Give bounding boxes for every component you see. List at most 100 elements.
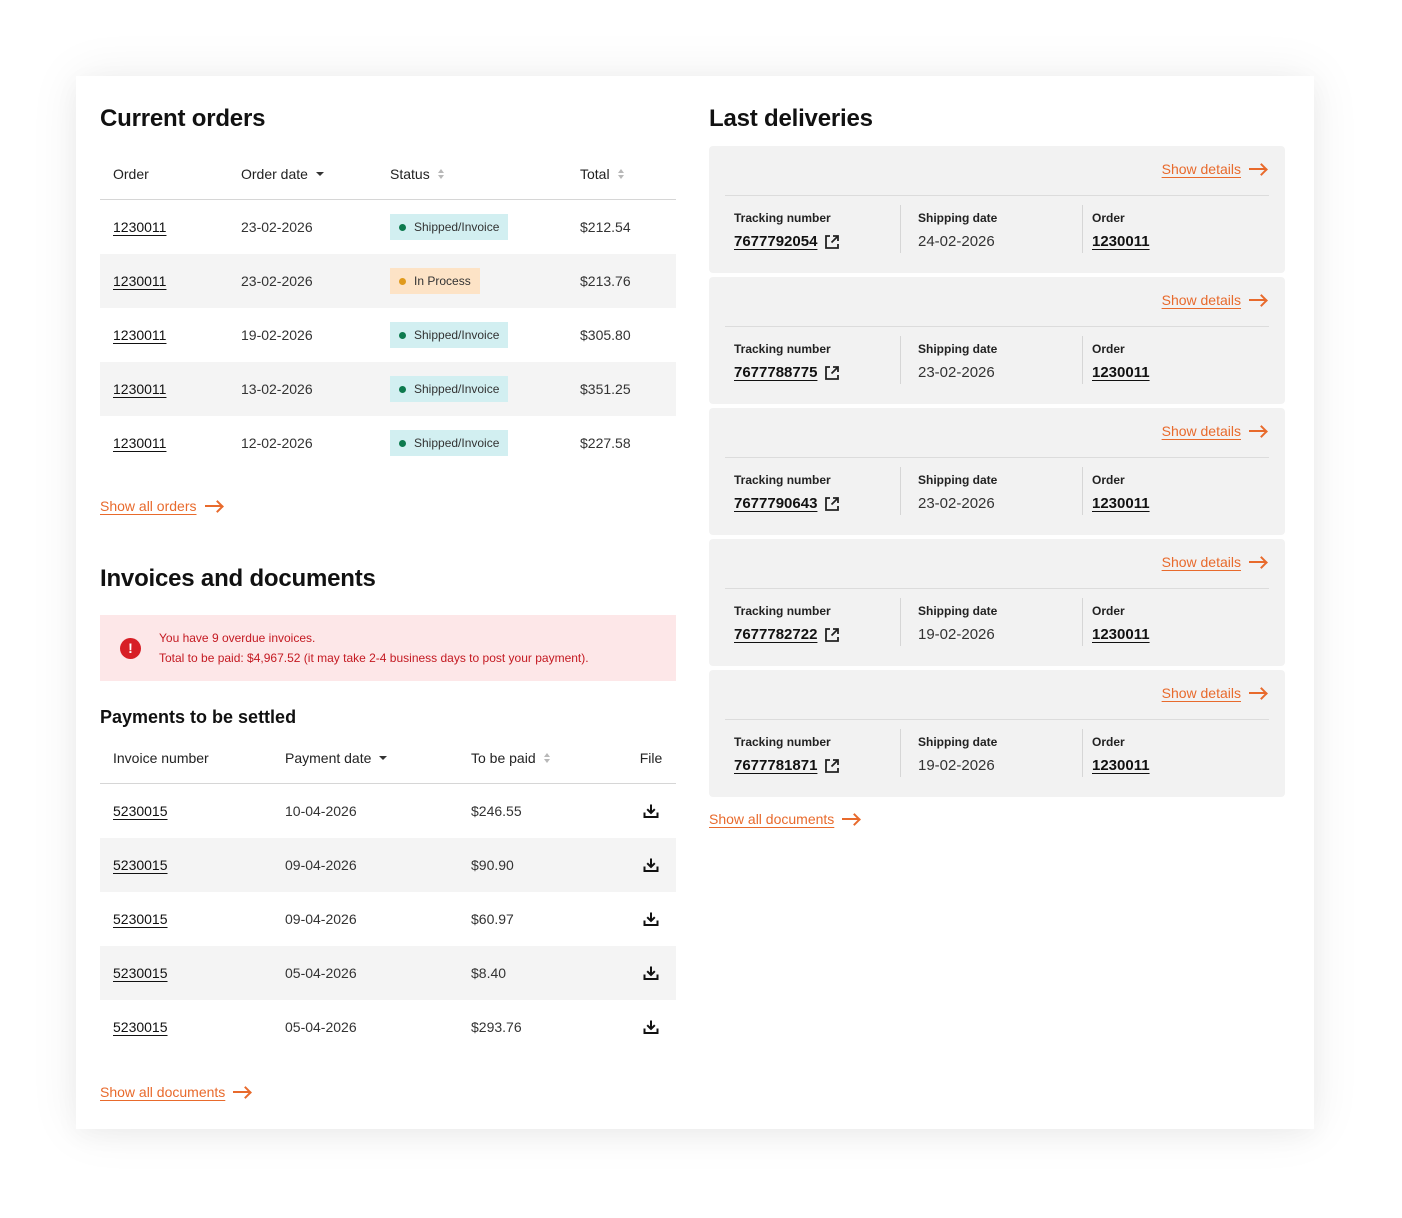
status-cell: Shipped/Invoice xyxy=(390,376,580,402)
show-details-label: Show details xyxy=(1161,423,1241,439)
arrow-right-icon xyxy=(1249,687,1267,699)
delivery-fields: Tracking number 7677792054 Shipping date 24… xyxy=(734,205,1269,253)
invoice-number-link[interactable]: 5230015 xyxy=(113,911,168,927)
left-column: Current orders Order Order date Status T… xyxy=(100,102,676,1108)
invoice-cell: 5230015 xyxy=(100,803,285,819)
show-details-label: Show details xyxy=(1161,161,1241,177)
external-link-icon[interactable] xyxy=(823,757,841,775)
invoice-number-link[interactable]: 5230015 xyxy=(113,965,168,981)
right-column: Last deliveries Show details Tracking num… xyxy=(709,102,1285,835)
order-number-link[interactable]: 1230011 xyxy=(1092,623,1150,647)
external-link-icon[interactable] xyxy=(823,495,841,513)
tracking-number-link[interactable]: 7677788775 xyxy=(734,361,817,385)
order-number-link[interactable]: 1230011 xyxy=(1092,754,1150,778)
download-icon[interactable] xyxy=(642,802,660,820)
invoice-cell: 5230015 xyxy=(100,911,285,927)
table-row: 1230011 19-02-2026 Shipped/Invoice $305.80 xyxy=(100,308,676,362)
arrow-right-icon xyxy=(204,500,223,512)
show-details-link[interactable]: Show details xyxy=(1162,685,1267,701)
show-details-link[interactable]: Show details xyxy=(1162,423,1267,439)
show-all-deliveries-wrap: Show all documents xyxy=(709,811,1285,835)
order-cell: 1230011 xyxy=(100,327,241,343)
shipping-label: Shipping date xyxy=(918,735,998,749)
col-invoice-number: Invoice number xyxy=(100,750,285,766)
tracking-number-link[interactable]: 7677781871 xyxy=(734,754,817,778)
col-to-be-paid[interactable]: To be paid xyxy=(471,750,626,766)
sort-desc-icon xyxy=(315,171,324,176)
order-date-cell: 23-02-2026 xyxy=(241,219,313,235)
delivery-card-header: Show details xyxy=(1162,292,1267,310)
status-badge: Shipped/Invoice xyxy=(390,376,509,402)
order-number-link[interactable]: 1230011 xyxy=(1092,361,1150,385)
order-number-link[interactable]: 1230011 xyxy=(113,327,166,343)
order-number-link[interactable]: 1230011 xyxy=(113,381,166,397)
col-status-label: Status xyxy=(390,165,430,182)
table-row: 5230015 09-04-2026 $60.97 xyxy=(100,892,676,946)
col-order-date-label: Order date xyxy=(241,165,308,182)
file-cell xyxy=(626,964,676,982)
show-details-link[interactable]: Show details xyxy=(1162,161,1267,177)
sort-icon xyxy=(543,752,550,763)
show-details-link[interactable]: Show details xyxy=(1162,554,1267,570)
amount-cell: $246.55 xyxy=(471,803,522,819)
tracking-field: Tracking number 7677792054 xyxy=(734,205,900,253)
amount-cell: $90.90 xyxy=(471,857,514,873)
invoice-number-link[interactable]: 5230015 xyxy=(113,1019,168,1035)
external-link-icon[interactable] xyxy=(823,626,841,644)
order-value: 1230011 xyxy=(1092,361,1269,385)
shipping-date-value: 23-02-2026 xyxy=(918,364,995,381)
col-to-be-paid-label: To be paid xyxy=(471,749,536,766)
external-link-icon[interactable] xyxy=(823,364,841,382)
amount-cell: $60.97 xyxy=(471,911,514,927)
tracking-number-link[interactable]: 7677790643 xyxy=(734,492,817,516)
shipping-label: Shipping date xyxy=(918,604,998,618)
order-label: Order xyxy=(1092,342,1125,356)
order-number-link[interactable]: 1230011 xyxy=(113,273,166,289)
show-all-orders-label: Show all orders xyxy=(100,498,197,514)
order-number-link[interactable]: 1230011 xyxy=(1092,492,1150,516)
status-dot-icon xyxy=(399,331,406,339)
payments-title: Payments to be settled xyxy=(100,707,297,727)
order-number-link[interactable]: 1230011 xyxy=(113,435,166,451)
delivery-fields: Tracking number 7677788775 Shipping date 23… xyxy=(734,336,1269,384)
col-status[interactable]: Status xyxy=(390,166,580,182)
order-date-cell: 19-02-2026 xyxy=(241,327,313,343)
download-icon[interactable] xyxy=(642,1018,660,1036)
amount-cell: $8.40 xyxy=(471,965,507,981)
col-total[interactable]: Total xyxy=(580,166,676,182)
status-label: In Process xyxy=(414,274,471,288)
order-label: Order xyxy=(1092,735,1125,749)
sort-desc-icon xyxy=(379,755,388,760)
order-number-link[interactable]: 1230011 xyxy=(113,219,166,235)
col-payment-date[interactable]: Payment date xyxy=(285,750,471,766)
show-details-label: Show details xyxy=(1161,554,1241,570)
status-dot-icon xyxy=(399,223,406,231)
download-icon[interactable] xyxy=(642,856,660,874)
order-label: Order xyxy=(1092,211,1125,225)
status-label: Shipped/Invoice xyxy=(414,382,500,396)
tracking-value: 7677781871 xyxy=(734,754,900,778)
show-all-documents-link[interactable]: Show all documents xyxy=(100,1084,251,1100)
col-total-label: Total xyxy=(580,165,610,182)
delivery-card-header: Show details xyxy=(1162,554,1267,572)
invoice-cell: 5230015 xyxy=(100,857,285,873)
invoice-number-link[interactable]: 5230015 xyxy=(113,803,168,819)
status-badge: Shipped/Invoice xyxy=(390,214,509,240)
tracking-number-link[interactable]: 7677792054 xyxy=(734,230,817,254)
download-icon[interactable] xyxy=(642,964,660,982)
file-cell xyxy=(626,1018,676,1036)
download-icon[interactable] xyxy=(642,910,660,928)
invoice-number-link[interactable]: 5230015 xyxy=(113,857,168,873)
payments-table: Invoice number Payment date To be paid F… xyxy=(100,732,676,1054)
col-order-date[interactable]: Order date xyxy=(241,166,390,182)
col-order: Order xyxy=(100,166,241,182)
show-all-orders-link[interactable]: Show all orders xyxy=(100,498,223,514)
order-number-link[interactable]: 1230011 xyxy=(1092,230,1150,254)
payment-date-cell: 05-04-2026 xyxy=(285,965,357,981)
tracking-field: Tracking number 7677782722 xyxy=(734,598,900,646)
alert-line-2: Total to be paid: $4,967.52 (it may take… xyxy=(159,651,589,665)
show-details-link[interactable]: Show details xyxy=(1162,292,1267,308)
show-all-documents-link[interactable]: Show all documents xyxy=(709,811,860,827)
external-link-icon[interactable] xyxy=(823,233,841,251)
tracking-number-link[interactable]: 7677782722 xyxy=(734,623,817,647)
